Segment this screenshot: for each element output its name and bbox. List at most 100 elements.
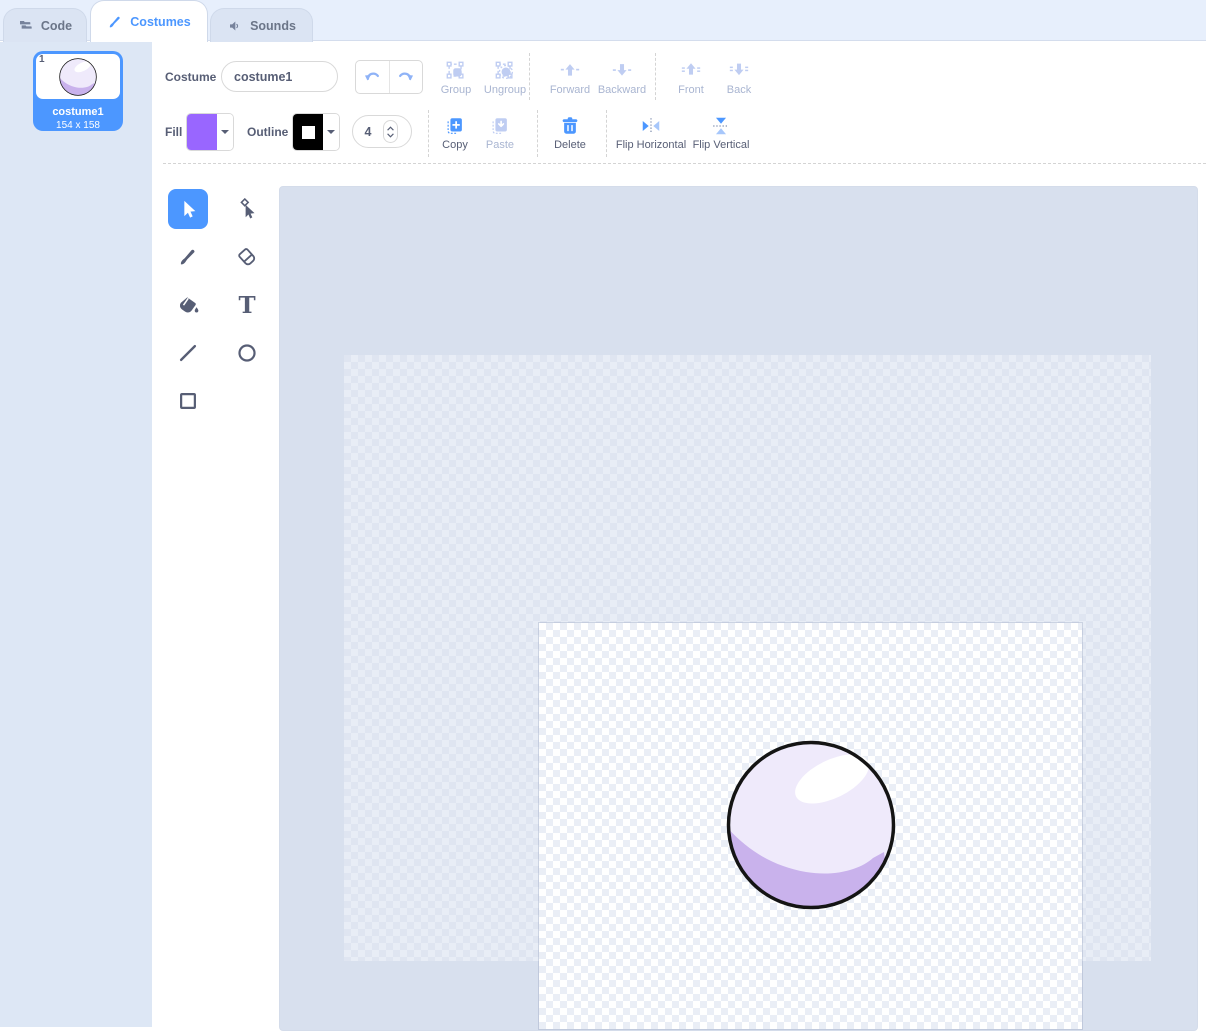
speaker-icon (230, 21, 239, 30)
front-button[interactable]: Front (670, 58, 712, 96)
group-label: Group (440, 84, 472, 96)
toolbar-divider (606, 110, 607, 157)
toolbar-divider (529, 53, 530, 100)
front-icon (680, 58, 702, 82)
stepper-down-icon (387, 132, 394, 138)
editor-tab-bar: Code Costumes Sounds (0, 0, 1206, 42)
tool-fill[interactable] (168, 285, 208, 325)
ball-image (721, 735, 901, 915)
rectangle-icon (180, 393, 196, 409)
costume-dimensions: 154 x 158 (56, 120, 100, 131)
undo-button[interactable] (356, 61, 390, 93)
flip-vertical-label: Flip Vertical (692, 139, 750, 151)
ball-drawing[interactable] (721, 735, 901, 920)
tool-line[interactable] (168, 333, 208, 373)
ungroup-button[interactable]: Ungroup (478, 58, 532, 96)
line-icon (179, 344, 197, 362)
tool-text[interactable]: T (227, 285, 267, 325)
copy-button[interactable]: Copy (433, 113, 477, 151)
cursor-arrow-icon (184, 200, 196, 218)
copy-icon (444, 113, 466, 137)
tab-code[interactable]: Code (3, 8, 87, 42)
front-label: Front (678, 84, 704, 96)
back-label: Back (726, 84, 752, 96)
stroke-width-control (352, 115, 412, 148)
text-tool-icon: T (238, 291, 256, 319)
costume-name: costume1 (52, 106, 104, 118)
delete-label: Delete (554, 139, 586, 151)
flip-vertical-button[interactable]: Flip Vertical (688, 113, 754, 151)
tool-brush[interactable] (168, 237, 208, 277)
back-icon (728, 58, 750, 82)
forward-label: Forward (549, 84, 591, 96)
fill-color-picker[interactable] (186, 113, 234, 151)
paint-canvas[interactable] (279, 186, 1198, 1031)
flip-horizontal-icon (640, 113, 662, 137)
tool-circle[interactable] (227, 333, 267, 373)
costume-thumbnail (36, 54, 120, 99)
costume-list-panel: 1 costume1 154 x 158 (0, 42, 152, 1027)
reshape-icon (240, 198, 255, 219)
outline-color-picker[interactable] (292, 113, 340, 151)
group-icon (445, 58, 467, 82)
tool-select[interactable] (168, 189, 208, 229)
outline-label: Outline (247, 125, 289, 139)
backward-label: Backward (597, 84, 647, 96)
tool-rectangle[interactable] (168, 381, 208, 421)
tool-eraser[interactable] (227, 237, 267, 277)
circle-icon (238, 344, 256, 362)
flip-vertical-icon (710, 113, 732, 137)
toolbar-bottom-divider (163, 163, 1206, 164)
paintbrush-icon (110, 16, 121, 27)
redo-icon (398, 72, 413, 81)
costume-index: 1 (39, 54, 45, 65)
stroke-width-input[interactable] (353, 123, 383, 140)
copy-label: Copy (442, 139, 468, 151)
tab-costumes[interactable]: Costumes (90, 0, 208, 42)
back-button[interactable]: Back (718, 58, 760, 96)
fill-label: Fill (165, 125, 183, 139)
eraser-icon (238, 248, 256, 266)
group-button[interactable]: Group (433, 58, 479, 96)
flip-horizontal-button[interactable]: Flip Horizontal (609, 113, 693, 151)
paint-bucket-icon (179, 296, 198, 313)
redo-button[interactable] (390, 61, 423, 93)
code-blocks-icon (19, 20, 32, 29)
tab-costumes-label: Costumes (130, 14, 191, 29)
tab-sounds[interactable]: Sounds (210, 8, 313, 42)
paste-label: Paste (485, 139, 515, 151)
backward-icon (611, 58, 633, 82)
tool-reshape[interactable] (227, 189, 267, 229)
undo-redo-group (355, 60, 423, 94)
flip-horizontal-label: Flip Horizontal (615, 139, 687, 151)
ungroup-label: Ungroup (483, 84, 527, 96)
tab-code-label: Code (40, 18, 73, 33)
toolbar-divider (655, 53, 656, 100)
forward-button[interactable]: Forward (544, 58, 596, 96)
fill-dropdown (217, 114, 233, 150)
canvas-work-area[interactable] (344, 355, 1151, 1029)
stroke-width-stepper[interactable] (383, 120, 398, 143)
ungroup-icon (494, 58, 516, 82)
ball-thumbnail-image (58, 57, 98, 97)
toolbar-divider (428, 110, 429, 157)
stepper-up-icon (387, 125, 394, 131)
toolbar-divider (537, 110, 538, 157)
outline-dropdown (323, 114, 339, 150)
delete-button[interactable]: Delete (546, 113, 594, 151)
chevron-down-icon (221, 130, 229, 134)
paste-button[interactable]: Paste (478, 113, 522, 151)
fill-color-swatch (187, 114, 217, 150)
costume-field-label: Costume (165, 70, 217, 84)
forward-icon (559, 58, 581, 82)
tab-sounds-label: Sounds (250, 18, 296, 33)
brush-icon (180, 249, 195, 265)
undo-icon (365, 72, 380, 81)
chevron-down-icon (327, 130, 335, 134)
trash-icon (559, 113, 581, 137)
costume-list-item-selected[interactable]: 1 costume1 154 x 158 (33, 51, 123, 131)
outline-color-swatch (293, 114, 323, 150)
costume-name-input[interactable] (221, 61, 338, 92)
paste-icon (489, 113, 511, 137)
backward-button[interactable]: Backward (593, 58, 651, 96)
